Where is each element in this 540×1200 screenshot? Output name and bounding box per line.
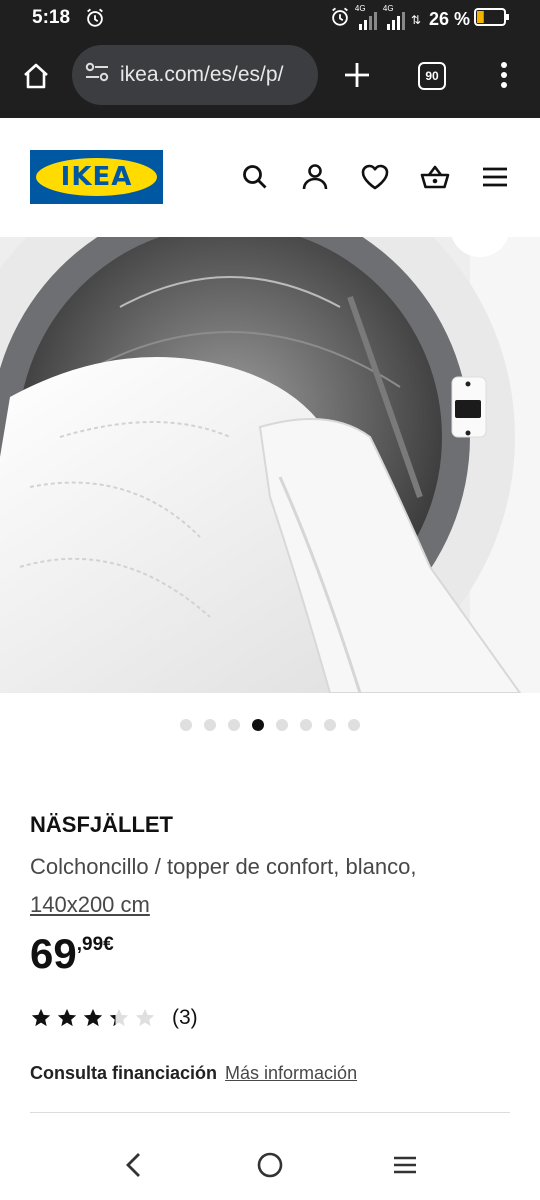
- image-carousel-dots: [0, 719, 540, 731]
- product-image[interactable]: [0, 237, 540, 693]
- url-text: ikea.com/es/es/p/: [120, 63, 284, 86]
- star-icon: [135, 1008, 155, 1027]
- carousel-dot[interactable]: [180, 719, 192, 731]
- account-icon: [302, 164, 328, 190]
- star-icon: [109, 1008, 129, 1027]
- logo-text: IKEA: [60, 162, 133, 192]
- home-circle-icon: [257, 1152, 283, 1178]
- star-icon: [83, 1008, 103, 1027]
- menu-icon: [483, 167, 507, 187]
- product-name: NÄSFJÄLLET: [30, 812, 173, 837]
- rating-stars: [30, 1007, 156, 1029]
- star-icon: [31, 1008, 51, 1027]
- more-vert-icon: [501, 62, 507, 88]
- carousel-dot[interactable]: [300, 719, 312, 731]
- carousel-dot[interactable]: [204, 719, 216, 731]
- tab-count: 90: [425, 69, 439, 83]
- network-type: 4G: [382, 3, 394, 13]
- alarm-icon: [84, 7, 106, 34]
- network-type: 4G: [354, 3, 366, 13]
- recents-button[interactable]: [388, 1148, 422, 1182]
- product-photo: [0, 237, 540, 693]
- data-arrows-icon: ⇅: [410, 12, 421, 27]
- carousel-dot[interactable]: [252, 719, 264, 731]
- recents-icon: [394, 1156, 416, 1174]
- browser-toolbar: ikea.com/es/es/p/ 90: [0, 36, 540, 118]
- search-icon: [243, 165, 267, 189]
- site-settings-icon[interactable]: [84, 61, 110, 89]
- status-bar: 5:18 4G 4G ⇅ 26 %: [0, 0, 540, 36]
- new-tab-button[interactable]: [342, 60, 372, 90]
- account-button[interactable]: [300, 162, 330, 192]
- product-rating[interactable]: (3): [30, 1006, 198, 1030]
- divider: [30, 1112, 510, 1113]
- signal-icon: 4G: [355, 4, 379, 32]
- address-bar[interactable]: ikea.com/es/es/p/: [72, 45, 318, 105]
- home-button[interactable]: [20, 60, 52, 92]
- site-header: IKEA: [0, 118, 540, 236]
- ikea-logo[interactable]: IKEA: [30, 150, 163, 204]
- alarm-icon: [329, 6, 351, 33]
- plus-icon: [345, 63, 369, 87]
- financing-label: Consulta financiación: [30, 1063, 218, 1083]
- tab-switcher-button[interactable]: 90: [418, 62, 446, 90]
- signal-icon: 4G: [383, 4, 407, 32]
- financing-more-info-link[interactable]: Más información: [225, 1063, 357, 1084]
- favorites-button[interactable]: [360, 162, 390, 192]
- status-time: 5:18: [32, 7, 71, 28]
- basket-button[interactable]: [420, 162, 450, 192]
- battery-percent: 26 %: [428, 9, 470, 29]
- back-button[interactable]: [118, 1148, 152, 1182]
- price-decimal: ,99€: [76, 934, 114, 955]
- basket-icon: [420, 165, 450, 189]
- product-size-link[interactable]: 140x200 cm: [30, 892, 150, 917]
- product-description: Colchoncillo / topper de confort, blanco…: [30, 848, 510, 924]
- product-price: 69 ,99€: [30, 930, 114, 978]
- product-description-text: Colchoncillo / topper de confort, blanco…: [30, 854, 417, 879]
- battery-icon: [474, 7, 510, 32]
- browser-menu-button[interactable]: [492, 60, 516, 90]
- review-count: (3): [172, 1006, 198, 1029]
- price-integer: 69: [30, 930, 77, 977]
- financing-row: Consulta financiación Más información: [30, 1063, 357, 1084]
- back-icon: [126, 1153, 140, 1177]
- carousel-dot[interactable]: [348, 719, 360, 731]
- carousel-dot[interactable]: [276, 719, 288, 731]
- carousel-dot[interactable]: [228, 719, 240, 731]
- status-indicators: 4G 4G ⇅ 26 %: [329, 4, 510, 33]
- home-icon: [24, 63, 48, 89]
- heart-icon: [361, 164, 389, 190]
- system-navigation-bar: [0, 1130, 540, 1200]
- menu-button[interactable]: [480, 162, 510, 192]
- search-button[interactable]: [240, 162, 270, 192]
- home-nav-button[interactable]: [253, 1148, 287, 1182]
- star-icon: [57, 1008, 77, 1027]
- carousel-dot[interactable]: [324, 719, 336, 731]
